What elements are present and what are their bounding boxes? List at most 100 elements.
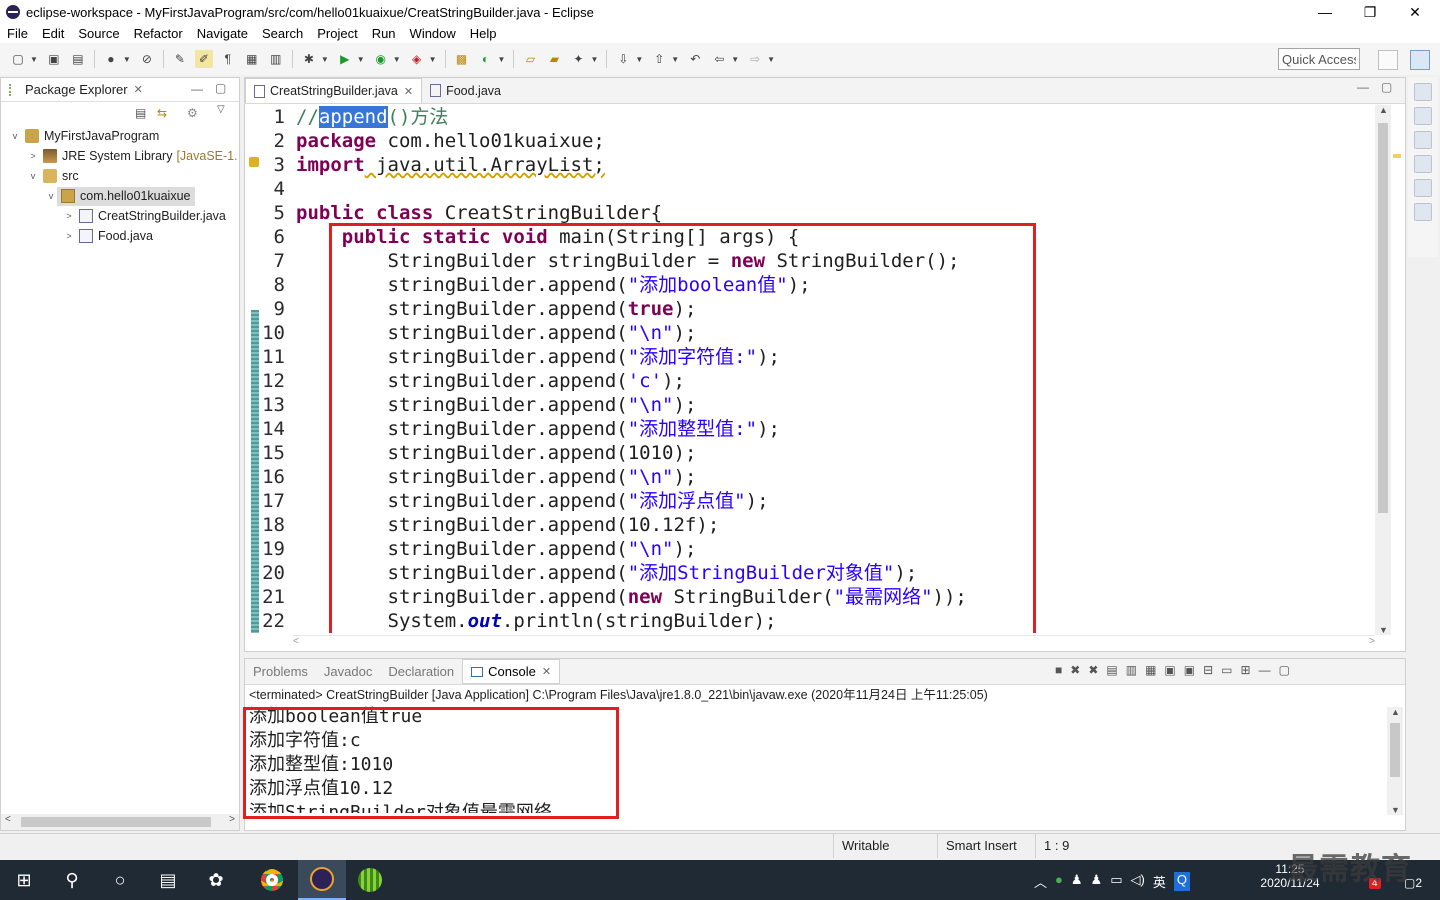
tab-console[interactable]: Console ✕ xyxy=(462,659,561,684)
menu-navigate[interactable]: Navigate xyxy=(190,26,255,41)
editor-vertical-scrollbar[interactable]: ▲ ▼ xyxy=(1375,105,1391,635)
open-folder-icon[interactable]: ▱ xyxy=(521,50,539,68)
minimize-view-icon[interactable]: — xyxy=(191,82,203,96)
close-tab-icon[interactable]: ✕ xyxy=(404,85,413,98)
tree-item-creatstringbuilder[interactable]: > CreatStringBuilder.java xyxy=(1,206,239,226)
external-tools-icon[interactable]: ◈ xyxy=(408,50,426,68)
word-wrap-icon[interactable]: ▦ xyxy=(1145,663,1156,677)
menu-edit[interactable]: Edit xyxy=(35,26,71,41)
perspective-icon[interactable]: ● xyxy=(102,50,120,68)
overview-warning-marker[interactable] xyxy=(1393,154,1401,158)
restore-view-icon[interactable] xyxy=(1414,131,1432,149)
tree-item-food[interactable]: > Food.java xyxy=(1,226,239,246)
clear-console-icon[interactable]: ▤ xyxy=(1106,663,1117,677)
filter-icon[interactable]: ⚙ xyxy=(187,106,198,120)
expand-toggle-icon[interactable]: > xyxy=(63,211,75,221)
open-type-icon[interactable]: ✎ xyxy=(171,50,189,68)
prev-annotation-icon[interactable]: ⇧ xyxy=(650,50,668,68)
search-icon[interactable]: ⚲ xyxy=(48,860,96,900)
task-list-icon[interactable] xyxy=(1414,107,1432,125)
display-console-icon[interactable]: ▭ xyxy=(1221,663,1232,677)
new-package-icon[interactable]: ▩ xyxy=(453,50,471,68)
pin-console-icon[interactable]: ⊟ xyxy=(1203,663,1213,677)
quick-access-input[interactable] xyxy=(1278,48,1360,70)
view-menu-icon[interactable]: ▽ xyxy=(217,104,225,115)
coverage-icon[interactable]: ◉ xyxy=(372,50,390,68)
tab-javadoc[interactable]: Javadoc xyxy=(316,664,380,679)
network-icon[interactable]: ▭ xyxy=(1110,872,1122,891)
maximize-editor-icon[interactable]: ▢ xyxy=(1381,80,1392,94)
input-method[interactable]: 英 xyxy=(1153,872,1166,891)
scroll-lock-icon[interactable]: ▥ xyxy=(1126,663,1137,677)
minimize-editor-icon[interactable]: — xyxy=(1357,80,1369,94)
maximize-view-icon[interactable]: ▢ xyxy=(1279,663,1290,677)
expand-toggle-icon[interactable]: v xyxy=(27,171,39,181)
terminate-icon[interactable]: ■ xyxy=(1055,663,1062,677)
remove-all-icon[interactable]: ✖ xyxy=(1088,663,1098,677)
expand-toggle-icon[interactable]: > xyxy=(63,231,75,241)
close-view-icon[interactable]: ✕ xyxy=(134,83,143,96)
outline-icon[interactable] xyxy=(1414,155,1432,173)
tray-expand-icon[interactable]: ︿ xyxy=(1034,872,1047,891)
tree-item-package[interactable]: v com.hello01kuaixue xyxy=(1,186,239,206)
menu-file[interactable]: File xyxy=(0,26,35,41)
cortana-icon[interactable]: ○ xyxy=(96,860,144,900)
tab-problems[interactable]: Problems xyxy=(245,664,316,679)
menu-window[interactable]: Window xyxy=(403,26,463,41)
task-view-icon[interactable]: ▤ xyxy=(144,860,192,900)
search-icon[interactable]: ✦ xyxy=(569,50,587,68)
show-source-icon[interactable]: ▥ xyxy=(267,50,285,68)
menu-project[interactable]: Project xyxy=(310,26,364,41)
next-annotation-icon[interactable]: ⇩ xyxy=(614,50,632,68)
restore-view-icon[interactable] xyxy=(1414,83,1432,101)
run-icon[interactable]: ▶ xyxy=(336,50,354,68)
package-explorer-tab[interactable]: Package Explorer ✕ — ▢ xyxy=(1,78,239,102)
expand-toggle-icon[interactable]: v xyxy=(9,131,21,141)
menu-refactor[interactable]: Refactor xyxy=(127,26,190,41)
watermelon-app-icon[interactable] xyxy=(346,860,394,900)
java-perspective-icon[interactable] xyxy=(1410,50,1430,70)
collapse-all-icon[interactable]: ▤ xyxy=(135,106,146,120)
minimize-button[interactable]: — xyxy=(1302,0,1348,24)
restore-view-icon[interactable] xyxy=(1414,179,1432,197)
block-select-icon[interactable]: ▦ xyxy=(243,50,261,68)
maximize-view-icon[interactable]: ▢ xyxy=(215,81,226,95)
menu-search[interactable]: Search xyxy=(255,26,310,41)
forward-icon[interactable]: ⇨ xyxy=(746,50,764,68)
skip-breakpoints-icon[interactable]: ⊘ xyxy=(138,50,156,68)
save-all-icon[interactable]: ▤ xyxy=(69,50,87,68)
open-task-icon[interactable]: ▰ xyxy=(545,50,563,68)
close-tab-icon[interactable]: ✕ xyxy=(542,665,551,678)
tree-item-src[interactable]: v src xyxy=(1,166,239,186)
menu-source[interactable]: Source xyxy=(71,26,126,41)
expand-toggle-icon[interactable]: v xyxy=(45,191,57,201)
tab-declaration[interactable]: Declaration xyxy=(380,664,462,679)
tab-food[interactable]: Food.java xyxy=(422,78,509,103)
volume-icon[interactable]: ◁) xyxy=(1130,872,1144,891)
horizontal-scrollbar[interactable]: < > xyxy=(1,814,239,830)
link-editor-icon[interactable]: ⇆ xyxy=(157,106,167,120)
minimize-view-icon[interactable]: — xyxy=(1259,663,1271,677)
start-icon[interactable]: ⊞ xyxy=(0,860,48,900)
palette-icon[interactable] xyxy=(1414,203,1432,221)
new-class-icon[interactable]: ◐ xyxy=(477,50,495,68)
open-console-icon[interactable]: ⊞ xyxy=(1241,663,1251,677)
qq-icon[interactable]: ♟ xyxy=(1091,872,1103,891)
code-area[interactable]: 1//append()方法 2 package com.hello01kuaixu… xyxy=(245,105,1375,633)
open-perspective-icon[interactable] xyxy=(1378,50,1398,70)
close-button[interactable]: ✕ xyxy=(1392,0,1438,24)
show-stderr-icon[interactable]: ▣ xyxy=(1184,663,1195,677)
eclipse-taskbar-icon[interactable] xyxy=(298,860,346,900)
pinwheel-app-icon[interactable]: ✿ xyxy=(192,860,240,900)
menu-run[interactable]: Run xyxy=(365,26,403,41)
last-edit-icon[interactable]: ↶ xyxy=(686,50,704,68)
wechat-icon[interactable]: ● xyxy=(1055,872,1063,891)
app-tray-icon[interactable]: Q xyxy=(1173,872,1190,891)
save-icon[interactable]: ▣ xyxy=(45,50,63,68)
tree-item-project[interactable]: v MyFirstJavaProgram xyxy=(1,126,239,146)
tree-item-jre[interactable]: > JRE System Library [JavaSE-1. xyxy=(1,146,239,166)
qq-icon[interactable]: ♟ xyxy=(1071,872,1083,891)
back-icon[interactable]: ⇦ xyxy=(710,50,728,68)
editor-horizontal-scrollbar[interactable]: < > xyxy=(293,635,1375,649)
whitespace-icon[interactable]: ¶ xyxy=(219,50,237,68)
